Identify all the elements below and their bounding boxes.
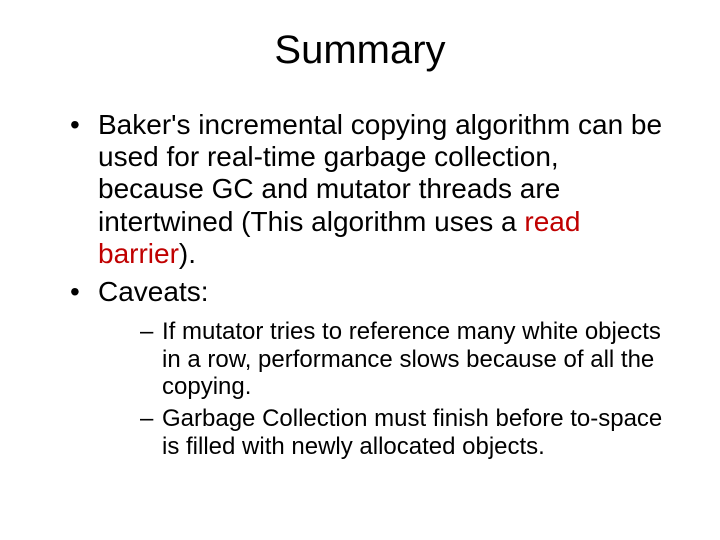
bullet-list: Baker's incremental copying algorithm ca… [70,109,670,460]
slide-title: Summary [40,28,680,73]
bullet-text-pre: Caveats: [98,276,209,307]
sub-bullet-item: If mutator tries to reference many white… [140,318,670,401]
sub-bullet-list: If mutator tries to reference many white… [140,318,670,460]
bullet-item: Caveats: If mutator tries to reference m… [70,276,670,460]
bullet-item: Baker's incremental copying algorithm ca… [70,109,670,270]
bullet-text-post: ). [179,238,196,269]
sub-bullet-item: Garbage Collection must finish before to… [140,405,670,460]
slide: Summary Baker's incremental copying algo… [0,0,720,540]
